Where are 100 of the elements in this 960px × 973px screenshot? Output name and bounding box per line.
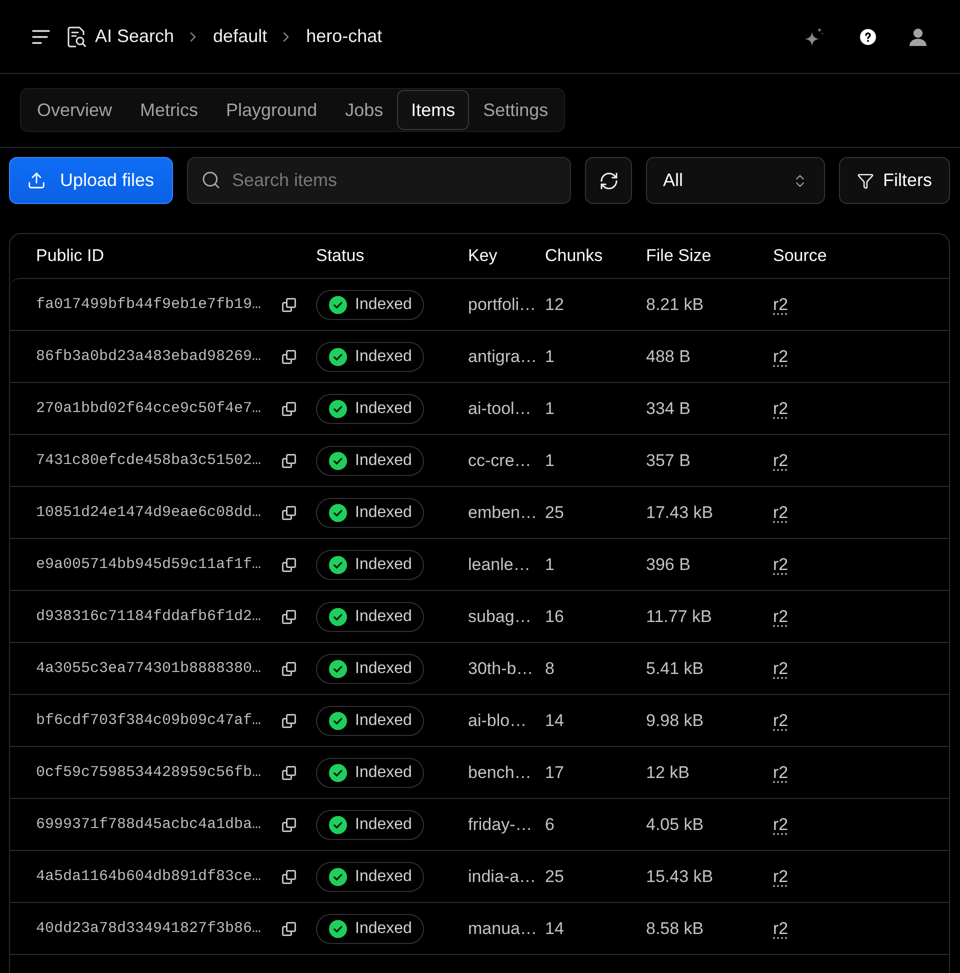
copy-icon[interactable] [282,350,296,364]
check-circle-icon [329,868,347,886]
tab[interactable]: Settings [469,90,562,130]
check-circle-icon [329,816,347,834]
copy-icon[interactable] [282,454,296,468]
table-cell: 17.43 kB [646,502,714,522]
help-icon[interactable] [860,28,876,44]
table-cell: 334 B [646,398,690,418]
column-header: File Size [646,246,712,266]
source-link[interactable]: r2 [773,918,788,938]
breadcrumb-link[interactable]: AI Search [67,26,174,48]
table-cell: manua… [468,918,537,938]
copy-icon[interactable] [282,298,296,312]
check-circle-icon [329,556,347,574]
source-link[interactable]: r2 [773,450,788,470]
status-label: Indexed [355,504,412,522]
source-link[interactable]: r2 [773,502,788,522]
table-cell: 12 [545,294,564,314]
menu-icon[interactable] [32,30,50,44]
status-label: Indexed [355,764,412,782]
check-circle-icon [329,296,347,314]
table-cell: 1 [545,450,554,470]
public-id-text: 10851d24e1474d9eae6c08dd… [36,504,262,521]
column-header: Key [468,246,498,266]
status-label: Indexed [355,660,412,678]
copy-icon[interactable] [282,610,296,624]
column-header: Source [773,246,827,266]
status-label: Indexed [355,712,412,730]
source-link[interactable]: r2 [773,866,788,886]
tab[interactable]: Metrics [126,90,212,130]
table-cell: 25 [545,502,564,522]
table-cell: 15.43 kB [646,866,714,886]
source-link[interactable]: r2 [773,606,788,626]
public-id-text: e9a005714bb945d59c11af1f… [36,556,262,573]
filter-select[interactable]: All [646,157,825,204]
table-cell: 1 [545,346,554,366]
copy-icon[interactable] [282,766,296,780]
table-cell: cc-cre… [468,450,532,470]
upload-files-button[interactable]: Upload files [9,157,173,204]
table-cell: bench… [468,762,532,782]
copy-icon[interactable] [282,818,296,832]
table-cell: 357 B [646,450,690,470]
copy-icon[interactable] [282,714,296,728]
tab[interactable]: Jobs [331,90,398,130]
tab[interactable]: Playground [212,90,332,130]
table-cell: portfoli… [468,294,536,314]
table-cell: 14 [545,918,564,938]
search-field[interactable]: Search items [187,157,571,204]
document-search-icon [67,26,87,48]
upload-icon [27,171,46,190]
table-cell: 8 [545,658,554,678]
public-id-text: 86fb3a0bd23a483ebad98269… [36,348,262,365]
status-label: Indexed [355,608,412,626]
source-link[interactable]: r2 [773,294,788,314]
public-id-text: 4a3055c3ea774301b8888380… [36,660,262,677]
source-link[interactable]: r2 [773,814,788,834]
copy-icon[interactable] [282,558,296,572]
sparkle-icon[interactable] [804,26,824,46]
breadcrumb-link[interactable]: hero-chat [306,26,382,47]
table-cell: 16 [545,606,564,626]
status-label: Indexed [355,556,412,574]
check-circle-icon [329,660,347,678]
copy-icon[interactable] [282,922,296,936]
copy-icon[interactable] [282,662,296,676]
table-cell: ai-blo… [468,710,527,730]
copy-icon[interactable] [282,870,296,884]
refresh-icon [598,170,618,190]
filters-button[interactable]: Filters [839,157,950,204]
source-link[interactable]: r2 [773,346,788,366]
table-cell: leanle… [468,554,530,574]
table-cell: 5.41 kB [646,658,704,678]
public-id-text: 6999371f788d45acbc4a1dba… [36,816,262,833]
public-id-text: 7431c80efcde458ba3c51502… [36,452,262,469]
copy-icon[interactable] [282,402,296,416]
source-link[interactable]: r2 [773,658,788,678]
table-cell: 12 kB [646,762,690,782]
check-circle-icon [329,348,347,366]
table-cell: emben… [468,502,537,522]
status-label: Indexed [355,920,412,938]
refresh-button[interactable] [585,157,632,204]
copy-icon[interactable] [282,506,296,520]
status-label: Indexed [355,868,412,886]
source-link[interactable]: r2 [773,710,788,730]
tab[interactable]: Items [397,90,470,130]
source-link[interactable]: r2 [773,554,788,574]
user-icon[interactable] [909,28,927,46]
table-cell: 488 B [646,346,690,366]
status-label: Indexed [355,296,412,314]
public-id-text: 4a5da1164b604db891df83ce… [36,868,262,885]
table-cell: 4.05 kB [646,814,704,834]
source-link[interactable]: r2 [773,762,788,782]
table-cell: 9.98 kB [646,710,704,730]
check-circle-icon [329,764,347,782]
check-circle-icon [329,452,347,470]
tab[interactable]: Overview [23,90,126,130]
breadcrumb-link[interactable]: default [213,26,268,47]
table-cell: 8.58 kB [646,918,704,938]
source-link[interactable]: r2 [773,398,788,418]
table-cell: 14 [545,710,564,730]
table-cell: 1 [545,398,554,418]
